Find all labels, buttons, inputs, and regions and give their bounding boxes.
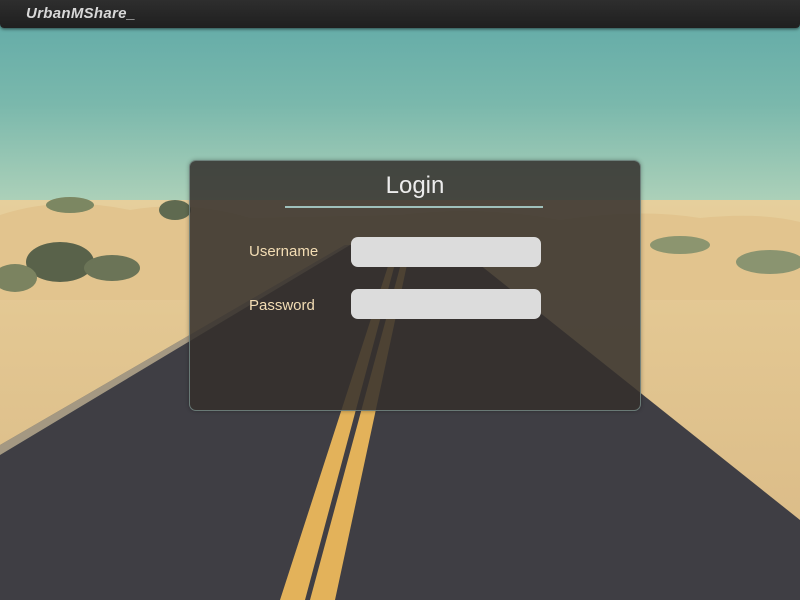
shrub (84, 255, 140, 281)
shrub (159, 200, 191, 220)
password-input[interactable] (351, 289, 541, 319)
login-title: Login (385, 172, 445, 199)
shrub (650, 236, 710, 254)
title-divider (285, 206, 543, 208)
brand-logo[interactable]: UrbanMShare_ (26, 5, 135, 22)
password-label: Password (249, 297, 315, 314)
username-label: Username (249, 243, 319, 260)
login-panel: Login Username Password (189, 160, 641, 411)
top-bar: UrbanMShare_ (0, 0, 800, 28)
shrub (46, 197, 94, 213)
username-input[interactable] (351, 237, 541, 267)
